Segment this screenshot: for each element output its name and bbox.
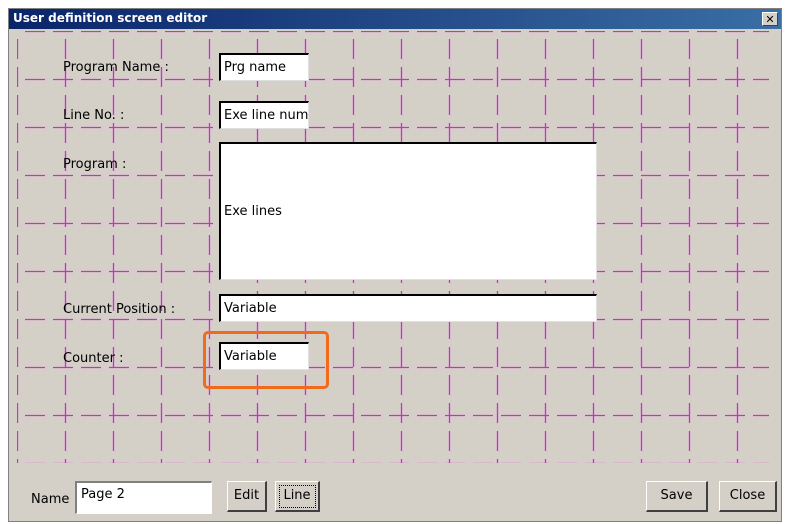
counter-label: Counter : bbox=[63, 351, 124, 366]
program-field[interactable]: Exe lines bbox=[219, 142, 597, 280]
program-label: Program : bbox=[63, 157, 127, 172]
window-title: User definition screen editor bbox=[13, 11, 208, 25]
line-button[interactable]: Line bbox=[275, 481, 320, 512]
name-label: Name bbox=[31, 492, 70, 507]
page-name-input[interactable]: Page 2 bbox=[75, 481, 212, 514]
line-no-label: Line No. : bbox=[63, 108, 125, 123]
current-position-field[interactable]: Variable bbox=[219, 294, 597, 322]
program-name-label: Program Name : bbox=[63, 60, 169, 75]
current-position-label: Current Position : bbox=[63, 302, 176, 317]
close-button[interactable]: Close bbox=[719, 481, 777, 512]
editor-window: User definition screen editor ✕ Program … bbox=[8, 8, 782, 522]
edit-button[interactable]: Edit bbox=[227, 481, 267, 512]
line-no-field[interactable]: Exe line num bbox=[219, 101, 309, 129]
close-window-button[interactable]: ✕ bbox=[762, 12, 778, 26]
program-name-field[interactable]: Prg name bbox=[219, 53, 309, 81]
close-icon: ✕ bbox=[765, 13, 775, 26]
save-button[interactable]: Save bbox=[646, 481, 708, 512]
bottom-toolbar: Name Page 2 Edit Line Save Close bbox=[9, 464, 781, 521]
design-canvas[interactable]: Program Name : Prg name Line No. : Exe l… bbox=[17, 31, 769, 463]
title-bar[interactable]: User definition screen editor ✕ bbox=[9, 9, 781, 29]
counter-highlight bbox=[203, 331, 329, 389]
